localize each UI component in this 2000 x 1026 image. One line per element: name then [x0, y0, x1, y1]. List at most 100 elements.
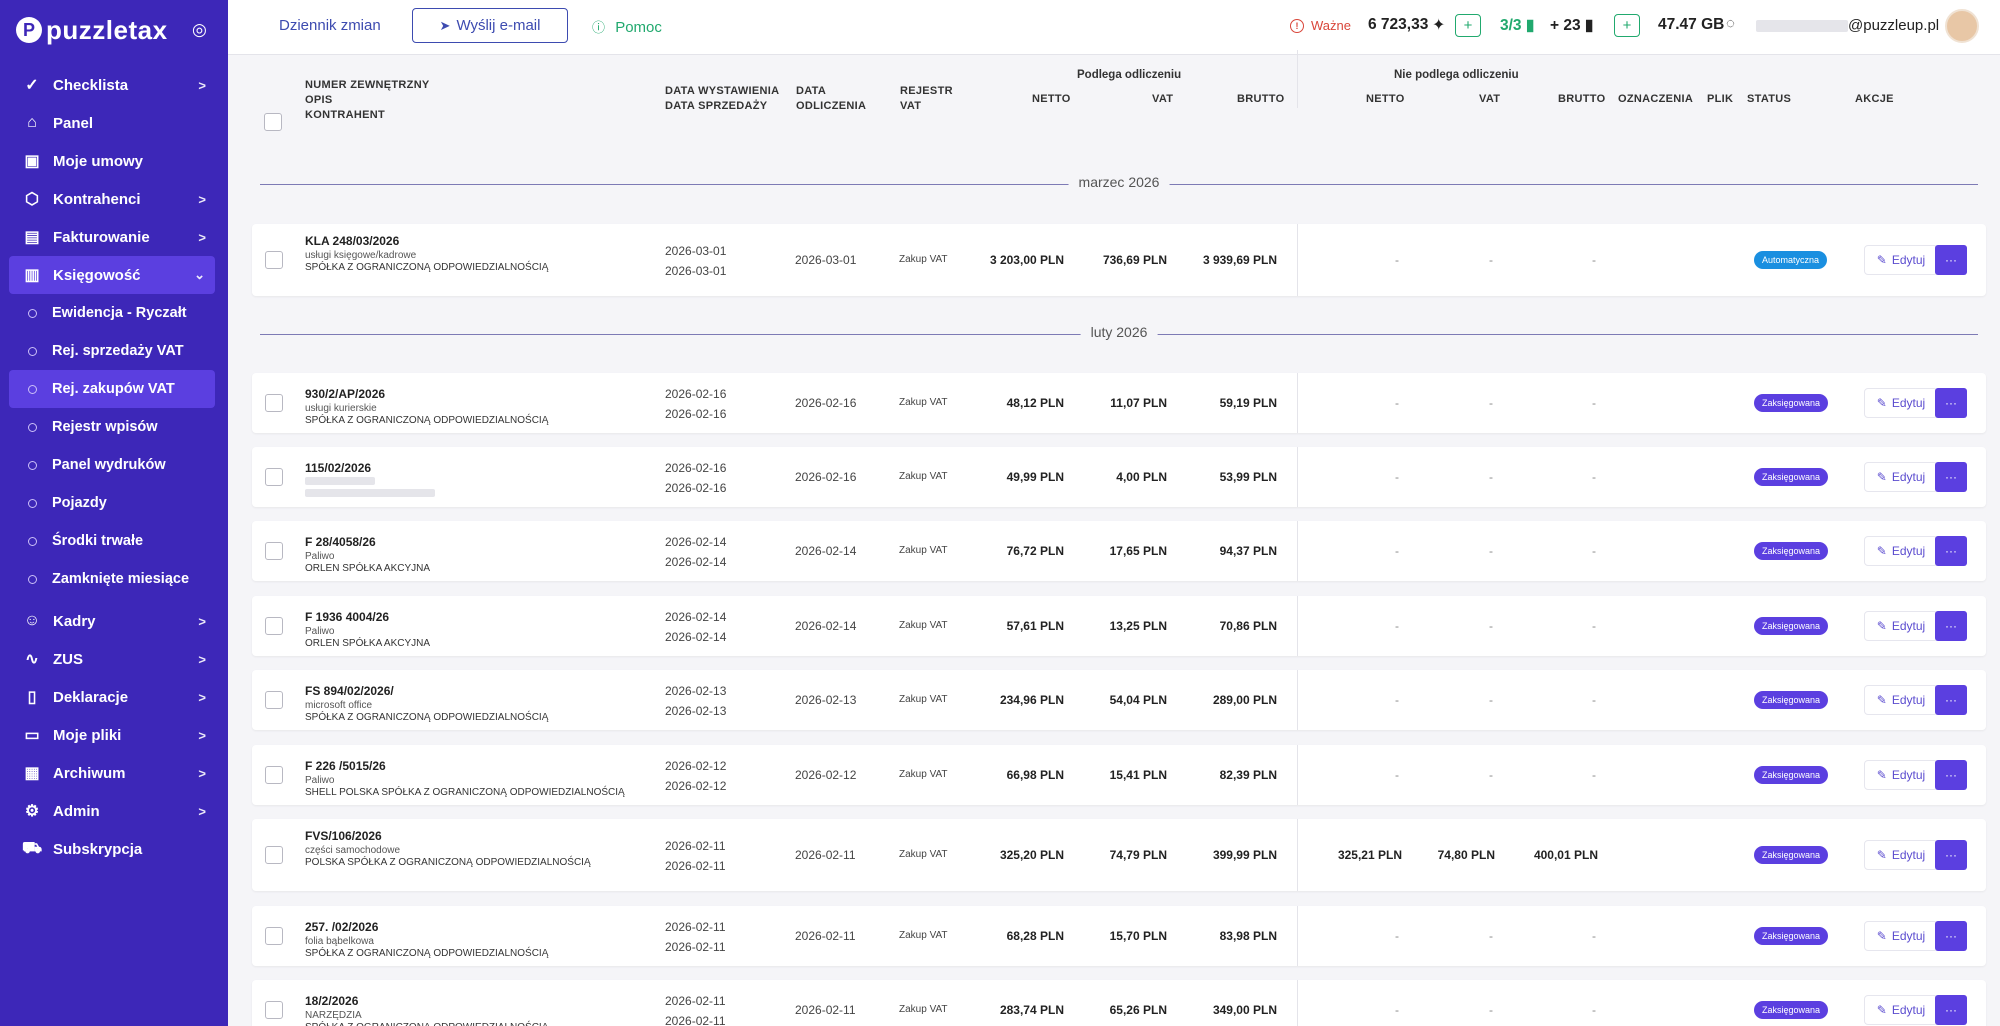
header-brutto-2[interactable]: BRUTTO: [1558, 92, 1605, 107]
sidebar-item-księgowość[interactable]: ▥ Księgowość ⌄: [9, 256, 215, 294]
row-checkbox[interactable]: [265, 617, 283, 635]
sidebar-item-archiwum[interactable]: ▦ Archiwum >: [0, 754, 228, 792]
sidebar-item-panel[interactable]: ⌂ Panel: [0, 104, 228, 142]
more-actions-button[interactable]: ···: [1935, 685, 1967, 715]
circle-icon: [28, 346, 37, 356]
edit-button[interactable]: ✎ Edytuj: [1864, 245, 1938, 275]
sidebar-item-zus[interactable]: ∿ ZUS >: [0, 640, 228, 678]
edit-button[interactable]: ✎ Edytuj: [1864, 921, 1938, 951]
header-data-odliczenia[interactable]: DATA: [796, 84, 826, 99]
header-data-sprzedazy[interactable]: DATA SPRZEDAŻY: [665, 99, 767, 114]
header-brutto[interactable]: BRUTTO: [1237, 92, 1284, 107]
send-email-button[interactable]: ➤ Wyślij e-mail: [412, 8, 568, 43]
more-actions-button[interactable]: ···: [1935, 611, 1967, 641]
header-netto-2[interactable]: NETTO: [1366, 92, 1405, 107]
header-rejestr-vat[interactable]: VAT: [900, 99, 921, 114]
column-divider: [1297, 224, 1298, 296]
sidebar-item-admin[interactable]: ⚙ Admin >: [0, 792, 228, 830]
more-actions-button[interactable]: ···: [1935, 840, 1967, 870]
sidebar-item-kadry[interactable]: ☺ Kadry >: [0, 602, 228, 640]
header-kontrahent[interactable]: KONTRAHENT: [305, 108, 385, 123]
edit-button[interactable]: ✎ Edytuj: [1864, 388, 1938, 418]
more-actions-button[interactable]: ···: [1935, 760, 1967, 790]
header-oznaczenia[interactable]: OZNACZENIA: [1618, 92, 1693, 107]
sidebar-subitem[interactable]: Rejestr wpisów: [0, 408, 228, 446]
status-badge: Zaksięgowana: [1754, 766, 1829, 784]
header-vat[interactable]: VAT: [1152, 92, 1173, 107]
more-actions-button[interactable]: ···: [1935, 536, 1967, 566]
send-icon: ➤: [439, 17, 451, 33]
more-actions-button[interactable]: ···: [1935, 921, 1967, 951]
sidebar-item-moje-umowy[interactable]: ▣ Moje umowy: [0, 142, 228, 180]
sidebar-item-moje-pliki[interactable]: ▭ Moje pliki >: [0, 716, 228, 754]
amount-netto: 49,99 PLN: [1006, 470, 1064, 484]
invoice-description: NARZĘDZIA: [305, 1010, 362, 1021]
table-row[interactable]: 930/2/AP/2026 usługi kurierskie SPÓŁKA Z O…: [252, 373, 1986, 433]
sidebar-subitem[interactable]: Ewidencja - Ryczałt: [0, 294, 228, 332]
row-checkbox[interactable]: [265, 691, 283, 709]
header-plik[interactable]: PLIK: [1707, 92, 1733, 107]
add-credits-button[interactable]: +: [1455, 14, 1481, 37]
settings-icon[interactable]: ◎: [192, 20, 207, 40]
sidebar-item-fakturowanie[interactable]: ▤ Fakturowanie >: [0, 218, 228, 256]
logo[interactable]: P puzzletax: [16, 14, 168, 46]
table-row[interactable]: KLA 248/03/2026 usługi księgowe/kadrowe SP…: [252, 224, 1986, 296]
row-checkbox[interactable]: [265, 394, 283, 412]
sidebar-item-kontrahenci[interactable]: ⬡ Kontrahenci >: [0, 180, 228, 218]
table-row[interactable]: 18/2/2026 NARZĘDZIASPÓŁKA Z OGRANICZONĄ O…: [252, 980, 1986, 1026]
table-row[interactable]: F 28/4058/26 Paliwo ORLEN SPÓŁKA AKCYJNA 20…: [252, 521, 1986, 581]
sidebar-subitem[interactable]: Środki trwałe: [0, 522, 228, 560]
avatar[interactable]: [1945, 9, 1979, 43]
table-row[interactable]: FVS/106/2026 części samochodowe POLSKA SPÓ…: [252, 819, 1986, 891]
table-row[interactable]: F 226 /5015/26 Paliwo SHELL POLSKA SPÓŁKA …: [252, 745, 1986, 805]
row-checkbox[interactable]: [265, 468, 283, 486]
group-nondeductible: Nie podlega odliczeniu: [1394, 69, 1519, 81]
row-checkbox[interactable]: [265, 542, 283, 560]
header-data-wystawienia[interactable]: DATA WYSTAWIENIA: [665, 84, 779, 99]
table-row[interactable]: F 1936 4004/26 Paliwo ORLEN SPÓŁKA AKCYJNA…: [252, 596, 1986, 656]
row-checkbox[interactable]: [265, 1001, 283, 1019]
header-rejestr[interactable]: REJESTR: [900, 84, 953, 99]
sidebar-item-subskrypcja[interactable]: ⛟ Subskrypcja: [0, 830, 228, 868]
row-checkbox[interactable]: [265, 846, 283, 864]
more-actions-button[interactable]: ···: [1935, 245, 1967, 275]
sidebar-subitem[interactable]: Panel wydruków: [0, 446, 228, 484]
row-checkbox[interactable]: [265, 766, 283, 784]
header-opis[interactable]: OPIS: [305, 93, 333, 108]
header-akcje[interactable]: AKCJE: [1855, 92, 1894, 107]
table-row[interactable]: FS 894/02/2026/microsoft office SPÓŁKA Z …: [252, 670, 1986, 730]
sidebar-subitem[interactable]: Rej. sprzedaży VAT: [0, 332, 228, 370]
edit-button[interactable]: ✎ Edytuj: [1864, 840, 1938, 870]
add-docs-button[interactable]: +: [1614, 14, 1640, 37]
header-status[interactable]: STATUS: [1747, 92, 1791, 107]
header-numer[interactable]: NUMER ZEWNĘTRZNY: [305, 78, 430, 93]
header-netto[interactable]: NETTO: [1032, 92, 1071, 107]
edit-button[interactable]: ✎ Edytuj: [1864, 536, 1938, 566]
edit-button[interactable]: ✎ Edytuj: [1864, 611, 1938, 641]
edit-button[interactable]: ✎ Edytuj: [1864, 995, 1938, 1025]
more-actions-button[interactable]: ···: [1935, 462, 1967, 492]
header-vat-2[interactable]: VAT: [1479, 92, 1500, 107]
table-row[interactable]: 115/02/2026 2026-02-16 2026-02-16 2026-02-1…: [252, 447, 1986, 507]
more-actions-button[interactable]: ···: [1935, 388, 1967, 418]
issue-date: 2026-02-11: [665, 994, 726, 1008]
row-checkbox[interactable]: [265, 251, 283, 269]
select-all-checkbox[interactable]: [264, 113, 282, 131]
edit-button[interactable]: ✎ Edytuj: [1864, 685, 1938, 715]
sidebar-subitem[interactable]: Rej. zakupów VAT: [9, 370, 215, 408]
sidebar-subitem[interactable]: Pojazdy: [0, 484, 228, 522]
changelog-link[interactable]: Dziennik zmian: [279, 17, 381, 34]
important-notice[interactable]: ! Ważne: [1290, 18, 1351, 33]
table-row[interactable]: 257. /02/2026 folia bąbelkowa SPÓŁKA Z OGR…: [252, 906, 1986, 966]
sidebar-item-label: Checklista: [53, 76, 129, 94]
sidebar-subitem[interactable]: Zamknięte miesiące: [0, 560, 228, 598]
row-checkbox[interactable]: [265, 927, 283, 945]
month-divider: marzec 2026: [260, 174, 1978, 194]
sidebar-item-checklista[interactable]: ✓ Checklista >: [0, 66, 228, 104]
edit-button[interactable]: ✎ Edytuj: [1864, 760, 1938, 790]
help-link[interactable]: ⓘ Pomoc: [592, 17, 662, 36]
more-actions-button[interactable]: ···: [1935, 995, 1967, 1025]
edit-button[interactable]: ✎ Edytuj: [1864, 462, 1938, 492]
header-data-odliczenia-2[interactable]: ODLICZENIA: [796, 99, 866, 114]
sidebar-item-deklaracje[interactable]: ▯ Deklaracje >: [0, 678, 228, 716]
